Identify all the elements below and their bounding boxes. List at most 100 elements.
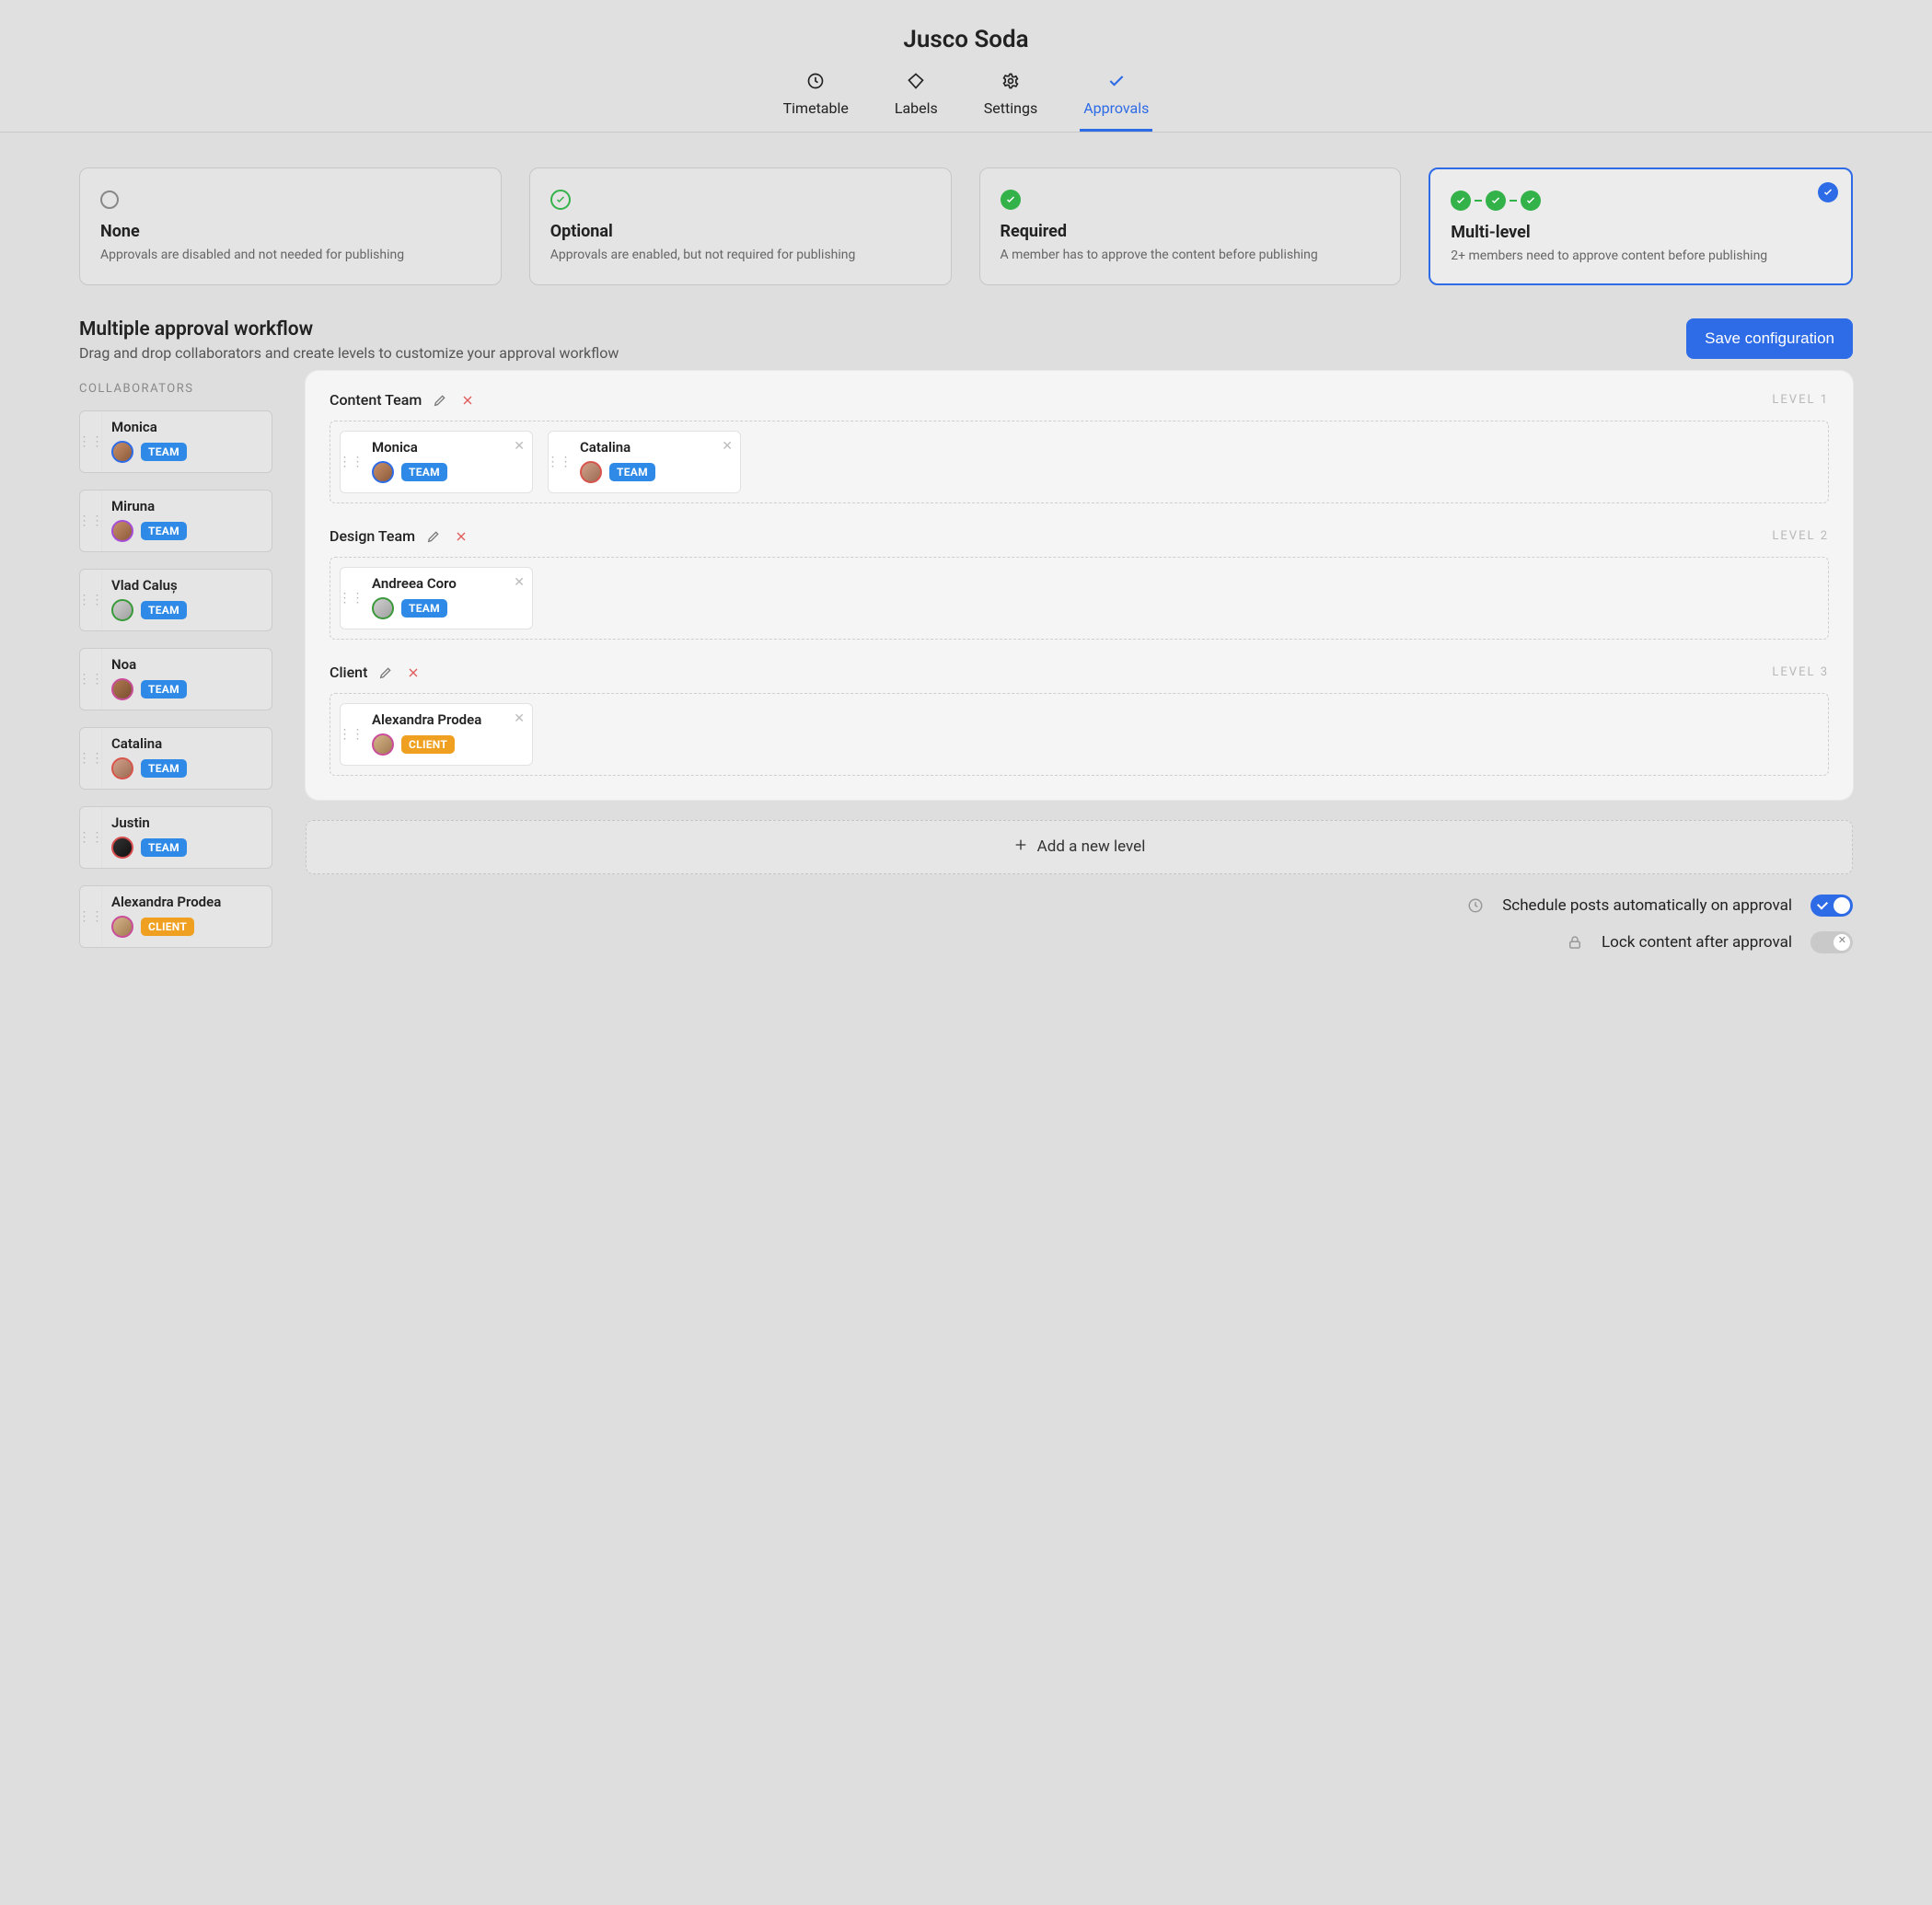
drag-handle-icon[interactable]: ⋮⋮ (80, 570, 102, 630)
role-badge: TEAM (141, 601, 187, 619)
role-badge: TEAM (141, 680, 187, 698)
circle-icon (100, 190, 119, 209)
header: Jusco Soda Timetable Labels Settings App… (0, 0, 1932, 133)
collaborator-card[interactable]: ⋮⋮ Alexandra Prodea CLIENT (79, 885, 272, 948)
collaborator-card[interactable]: ⋮⋮ Noa TEAM (79, 648, 272, 710)
drag-handle-icon[interactable]: ⋮⋮ (80, 649, 102, 710)
tab-settings[interactable]: Settings (980, 66, 1041, 132)
level-member-card[interactable]: ⋮⋮ ✕ Alexandra Prodea CLIENT (340, 703, 533, 766)
level: Content Team LEVEL 1 ⋮⋮ ✕ Monica TEAM ⋮⋮… (330, 391, 1829, 503)
tab-approvals[interactable]: Approvals (1080, 66, 1152, 132)
toggle-label: Schedule posts automatically on approval (1502, 896, 1792, 915)
person-name: Catalina (580, 439, 731, 456)
collaborator-card[interactable]: ⋮⋮ Catalina TEAM (79, 727, 272, 790)
connector-icon (1475, 200, 1482, 202)
person-name: Monica (111, 419, 262, 435)
card-title: None (100, 222, 480, 241)
drag-handle-icon[interactable]: ⋮⋮ (341, 704, 363, 765)
gear-icon (1001, 72, 1020, 94)
collaborator-card[interactable]: ⋮⋮ Monica TEAM (79, 410, 272, 473)
collaborator-card[interactable]: ⋮⋮ Justin TEAM (79, 806, 272, 869)
drag-handle-icon[interactable]: ⋮⋮ (80, 807, 102, 868)
page-title: Jusco Soda (0, 0, 1932, 53)
edit-level-button[interactable] (424, 527, 443, 546)
levels-panel: Content Team LEVEL 1 ⋮⋮ ✕ Monica TEAM ⋮⋮… (306, 371, 1853, 800)
check-circle-filled-icon (1486, 190, 1506, 211)
collaborator-card[interactable]: ⋮⋮ Miruna TEAM (79, 490, 272, 552)
tab-labels[interactable]: Labels (891, 66, 942, 132)
avatar (372, 461, 394, 483)
remove-member-button[interactable]: ✕ (722, 439, 733, 454)
drag-handle-icon[interactable]: ⋮⋮ (549, 432, 571, 492)
collaborator-card[interactable]: ⋮⋮ Vlad Caluș TEAM (79, 569, 272, 631)
person-name: Noa (111, 656, 262, 673)
workflow-title: Multiple approval workflow (79, 318, 619, 341)
mode-card-none[interactable]: None Approvals are disabled and not need… (79, 167, 502, 285)
level-dropzone[interactable]: ⋮⋮ ✕ Alexandra Prodea CLIENT (330, 693, 1829, 776)
toggle-lock[interactable] (1811, 931, 1853, 953)
mode-card-required[interactable]: Required A member has to approve the con… (979, 167, 1402, 285)
role-badge: TEAM (141, 838, 187, 857)
remove-member-button[interactable]: ✕ (514, 575, 525, 590)
collaborators-heading: COLLABORATORS (79, 382, 272, 396)
person-name: Andreea Coro (372, 575, 523, 592)
collaborators-list: ⋮⋮ Monica TEAM ⋮⋮ Miruna TEAM ⋮⋮ Vlad Ca… (79, 410, 272, 948)
level-name: Client (330, 664, 367, 681)
level-member-card[interactable]: ⋮⋮ ✕ Catalina TEAM (548, 431, 741, 493)
save-button[interactable]: Save configuration (1686, 318, 1853, 359)
levels-column: Content Team LEVEL 1 ⋮⋮ ✕ Monica TEAM ⋮⋮… (306, 371, 1853, 953)
level-number-label: LEVEL 3 (1772, 665, 1829, 679)
settings-toggles: Schedule posts automatically on approval… (306, 895, 1853, 953)
toggle-label: Lock content after approval (1602, 933, 1792, 952)
avatar (111, 837, 133, 859)
drag-handle-icon[interactable]: ⋮⋮ (80, 728, 102, 789)
level: Design Team LEVEL 2 ⋮⋮ ✕ Andreea Coro TE… (330, 527, 1829, 640)
drag-handle-icon[interactable]: ⋮⋮ (80, 491, 102, 551)
workflow-heading: Multiple approval workflow Drag and drop… (0, 300, 1932, 371)
level-dropzone[interactable]: ⋮⋮ ✕ Andreea Coro TEAM (330, 557, 1829, 640)
check-circle-filled-icon (1521, 190, 1541, 211)
level-member-card[interactable]: ⋮⋮ ✕ Andreea Coro TEAM (340, 567, 533, 629)
drag-handle-icon[interactable]: ⋮⋮ (341, 432, 363, 492)
tab-timetable[interactable]: Timetable (780, 66, 852, 132)
person-name: Miruna (111, 498, 262, 514)
toggle-row-lock: Lock content after approval (1567, 931, 1853, 953)
person-name: Alexandra Prodea (372, 711, 523, 728)
level-dropzone[interactable]: ⋮⋮ ✕ Monica TEAM ⋮⋮ ✕ Catalina TEAM (330, 421, 1829, 503)
level-member-card[interactable]: ⋮⋮ ✕ Monica TEAM (340, 431, 533, 493)
person-name: Catalina (111, 735, 262, 752)
remove-member-button[interactable]: ✕ (514, 711, 525, 726)
person-name: Monica (372, 439, 523, 456)
tag-icon (907, 72, 925, 94)
tab-label: Labels (895, 99, 938, 117)
workflow-subtitle: Drag and drop collaborators and create l… (79, 344, 619, 362)
delete-level-button[interactable] (458, 391, 477, 410)
tab-label: Timetable (783, 99, 849, 117)
delete-level-button[interactable] (452, 527, 470, 546)
clock-icon (806, 72, 825, 94)
edit-level-button[interactable] (431, 391, 449, 410)
delete-level-button[interactable] (404, 664, 422, 682)
level: Client LEVEL 3 ⋮⋮ ✕ Alexandra Prodea CLI… (330, 664, 1829, 776)
collaborators-column: COLLABORATORS ⋮⋮ Monica TEAM ⋮⋮ Miruna T… (79, 371, 272, 948)
card-desc: Approvals are disabled and not needed fo… (100, 247, 480, 264)
role-badge: TEAM (401, 599, 447, 618)
check-circle-outline-icon (550, 190, 571, 210)
avatar (111, 916, 133, 938)
clock-icon (1467, 897, 1484, 914)
tab-label: Approvals (1083, 99, 1149, 117)
toggle-schedule[interactable] (1811, 895, 1853, 917)
drag-handle-icon[interactable]: ⋮⋮ (80, 411, 102, 472)
plus-icon (1013, 837, 1028, 857)
add-level-button[interactable]: Add a new level (306, 820, 1853, 874)
mode-card-optional[interactable]: Optional Approvals are enabled, but not … (529, 167, 952, 285)
drag-handle-icon[interactable]: ⋮⋮ (341, 568, 363, 629)
remove-member-button[interactable]: ✕ (514, 439, 525, 454)
card-title: Optional (550, 222, 931, 241)
role-badge: TEAM (609, 463, 655, 481)
tab-bar: Timetable Labels Settings Approvals (0, 66, 1932, 132)
mode-card-multi[interactable]: Multi-level 2+ members need to approve c… (1429, 167, 1853, 285)
check-circle-filled-icon (1451, 190, 1471, 211)
edit-level-button[interactable] (376, 664, 395, 682)
drag-handle-icon[interactable]: ⋮⋮ (80, 886, 102, 947)
